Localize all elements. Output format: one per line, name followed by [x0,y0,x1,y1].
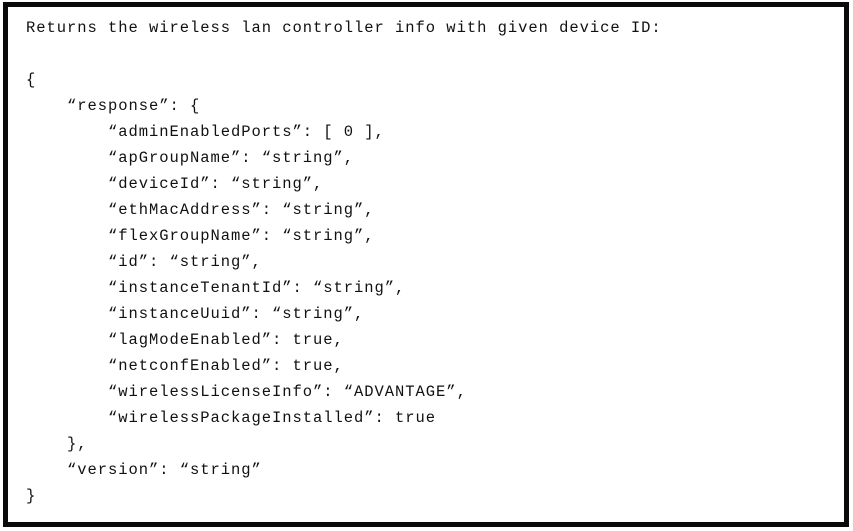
code-line: } [26,487,37,505]
code-line: Returns the wireless lan controller info… [26,19,662,37]
code-line: “ethMacAddress”: “string”, [26,201,375,219]
code-line: “lagModeEnabled”: true, [26,331,344,349]
code-line: “deviceId”: “string”, [26,175,324,193]
code-line: “instanceTenantId”: “string”, [26,279,406,297]
code-line: “response”: { [26,97,201,115]
code-line: “id”: “string”, [26,253,262,271]
screenshot-root: Returns the wireless lan controller info… [0,0,853,531]
code-line: }, [26,435,88,453]
code-line: “wirelessPackageInstalled”: true [26,409,437,427]
code-line: “apGroupName”: “string”, [26,149,355,167]
code-line: { [26,71,37,89]
code-line: “wirelessLicenseInfo”: “ADVANTAGE”, [26,383,467,401]
code-line: “version”: “string” [26,461,262,479]
code-snippet-frame: Returns the wireless lan controller info… [3,2,849,527]
code-line: “adminEnabledPorts”: [ 0 ], [26,123,385,141]
code-line: “instanceUuid”: “string”, [26,305,365,323]
code-line: “netconfEnabled”: true, [26,357,344,375]
code-line: “flexGroupName”: “string”, [26,227,375,245]
api-response-code-block: Returns the wireless lan controller info… [26,15,842,509]
